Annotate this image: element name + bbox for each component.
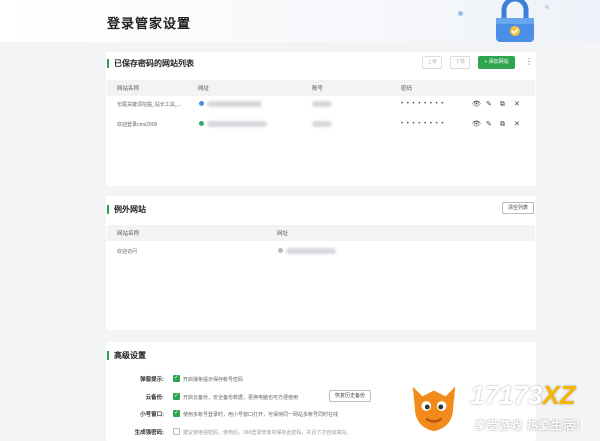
site-favicon-icon	[278, 248, 283, 253]
watermark-brand: 17173XZ	[470, 380, 576, 411]
saved-table-header: 网站名称 网址 账号 密码	[107, 80, 535, 96]
exception-sites-title: 例外网站	[107, 205, 146, 214]
column-header-url: 网址	[277, 231, 289, 237]
delete-icon[interactable]: ✕	[514, 101, 520, 108]
decor-dot	[458, 11, 463, 16]
restore-backup-button[interactable]: 恢复历史备份	[329, 390, 371, 402]
edit-icon[interactable]: ✎	[486, 121, 492, 128]
show-password-icon[interactable]: 👁	[472, 121, 481, 128]
setting-description: 开启云备份，安全备份数据，更换电脑也可方便使用	[183, 395, 299, 401]
clear-list-button[interactable]: 清空列表	[502, 202, 534, 214]
exception-sites-panel	[106, 196, 536, 330]
column-header-site-name: 网站名称	[117, 231, 140, 237]
column-header-site-name: 网站名称	[117, 86, 140, 92]
site-favicon-icon	[199, 101, 204, 106]
site-url-redacted	[207, 121, 267, 127]
move-up-button[interactable]: 上移	[422, 56, 442, 69]
column-header-password: 密码	[401, 86, 413, 92]
setting-label: 云备份:	[145, 395, 164, 401]
column-header-url: 网址	[198, 86, 210, 92]
advanced-settings-title: 高级设置	[107, 351, 146, 360]
move-down-button[interactable]: 下移	[450, 56, 470, 69]
show-password-icon[interactable]: 👁	[472, 101, 481, 108]
page-title: 登录管家设置	[107, 16, 192, 31]
site-name: 长尾关键词挖掘_站长工具_...	[117, 102, 182, 108]
account-redacted	[312, 101, 332, 107]
saved-passwords-title: 已保存密码的网站列表	[107, 59, 194, 68]
setting-label: 生成强密码:	[134, 430, 164, 436]
site-favicon-icon	[199, 121, 204, 126]
site-url-redacted	[207, 101, 262, 107]
saved-passwords-panel	[106, 52, 536, 186]
exception-table-header: 网站名称 网址	[107, 225, 535, 241]
setting-label: 小号窗口:	[140, 412, 164, 418]
open-link-icon[interactable]: ⧉	[500, 101, 505, 108]
column-header-account: 账号	[312, 86, 324, 92]
more-options-icon[interactable]: ⋮	[525, 58, 533, 66]
strong-password-checkbox[interactable]	[173, 428, 180, 435]
watermark-slogan: 享受游戏 热爱生活！	[475, 420, 588, 432]
setting-description: 开启弹条提示保存帐号密码	[183, 377, 244, 383]
open-link-icon[interactable]: ⧉	[500, 121, 505, 128]
watermark-brand-xz: XZ	[542, 380, 576, 410]
account-redacted	[312, 121, 332, 127]
site-url-redacted	[286, 248, 336, 254]
secondary-window-checkbox[interactable]: ✓	[173, 410, 180, 417]
watermark-brand-number: 17173	[470, 380, 543, 410]
password-masked: • • • • • • • •	[401, 121, 445, 127]
delete-icon[interactable]: ✕	[514, 121, 520, 128]
mascot-logo-icon	[412, 386, 456, 432]
add-site-button[interactable]: + 添加网站	[478, 56, 515, 69]
decor-dot	[545, 5, 549, 9]
setting-description: 使用多帐号登录时，用小号窗口打开，可保持同一网站多帐号同时在线	[183, 412, 339, 418]
cloud-backup-checkbox[interactable]: ✓	[173, 393, 180, 400]
site-watermark: 17173XZ 享受游戏 热爱生活！	[405, 372, 600, 441]
edit-icon[interactable]: ✎	[486, 101, 492, 108]
setting-label: 弹窗提示:	[140, 377, 164, 383]
lock-icon	[496, 0, 534, 42]
password-masked: • • • • • • • •	[401, 101, 445, 107]
setting-description: 建议使用强密码，使用后，360登录管家将保存此密码，并且下次自动填充。	[183, 430, 352, 436]
popup-prompt-checkbox[interactable]: ✓	[173, 375, 180, 382]
site-name: 欢迎访问	[117, 249, 138, 255]
site-name: 欢迎登录cms2009	[117, 122, 158, 128]
page-header: 登录管家设置	[0, 0, 600, 42]
